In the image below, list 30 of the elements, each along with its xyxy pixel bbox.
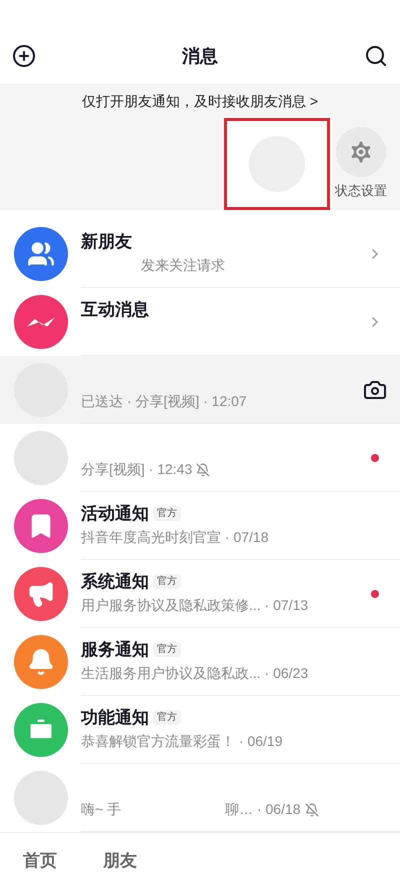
row-preview: 发来关注请求 (140, 256, 225, 275)
official-tag: 官方 (153, 574, 181, 589)
row-title: 服务通知 (81, 638, 149, 661)
add-icon[interactable] (12, 44, 36, 68)
people-icon (27, 240, 55, 268)
official-tag: 官方 (153, 506, 181, 521)
search-icon[interactable] (364, 44, 388, 68)
row-title: 功能通知 (81, 706, 149, 729)
row-preview: 分享[视频] · 12:43 (81, 460, 192, 479)
page-title: 消息 (182, 44, 218, 68)
bell-icon (27, 648, 55, 676)
notification-banner[interactable]: 仅打开朋友通知，及时接收朋友消息 > (0, 85, 400, 118)
row-preview: 抖音年度高光时刻官宣 · 07/18 (81, 528, 268, 547)
status-settings-label: 状态设置 (335, 182, 387, 200)
row-title: 互动消息 (81, 298, 149, 321)
row-preview: 生活服务用户协议及隐私政... · 06/23 (81, 664, 308, 683)
row-preview: 用户服务协议及隐私政策修... · 07/13 (81, 596, 308, 615)
official-tag: 官方 (153, 710, 181, 725)
row-preview: 聊… · 06/18 (224, 800, 301, 819)
tab[interactable]: 朋友 (80, 848, 160, 874)
row-preview: 嗨~ 手 (81, 800, 122, 819)
row-title: 新朋友 (81, 230, 132, 253)
megaphone-icon (27, 580, 55, 608)
row-title: 活动通知 (81, 502, 149, 525)
zigzag-icon (27, 317, 55, 327)
tab[interactable]: 首页 (0, 848, 80, 874)
row-preview: 恭喜解锁官方流量彩蛋！ · 06/19 (81, 732, 282, 751)
row-preview: 已送达 · 分享[视频] · 12:07 (81, 392, 247, 411)
row-title: 系统通知 (81, 570, 149, 593)
official-tag: 官方 (153, 642, 181, 657)
